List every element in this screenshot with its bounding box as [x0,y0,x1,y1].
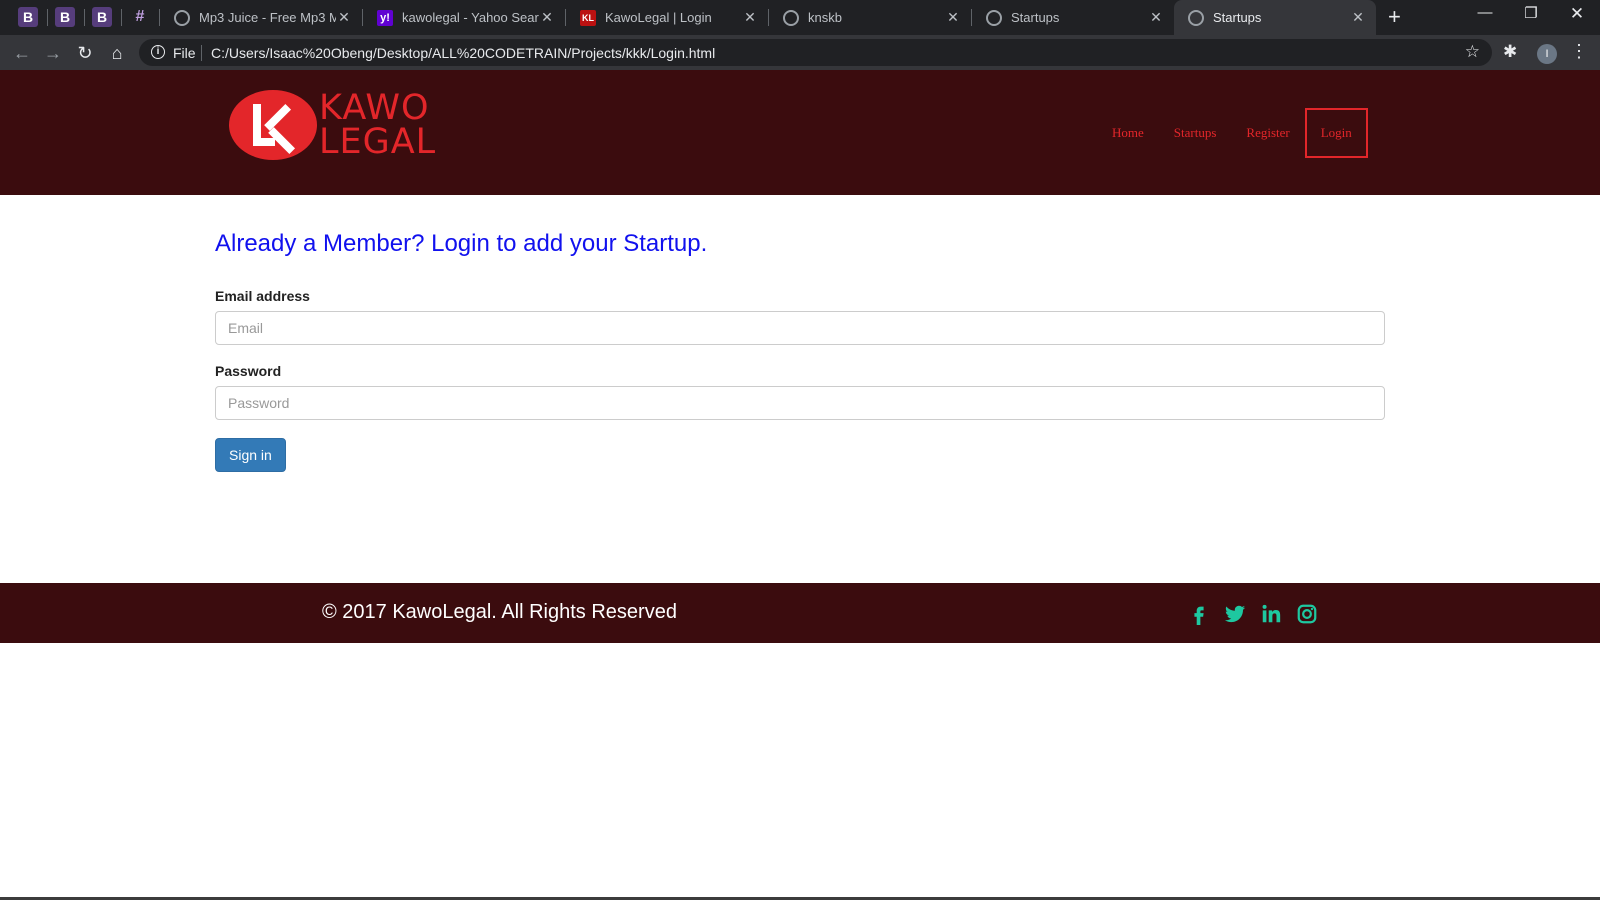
globe-icon [174,9,190,26]
copyright-text: © 2017 KawoLegal. All Rights Reserved [322,601,677,623]
email-field[interactable] [215,311,1385,345]
extensions-puzzle-icon[interactable]: ✱ [1503,42,1517,62]
address-bar[interactable]: i File C:/Users/Isaac%20Obeng/Desktop/AL… [139,39,1492,66]
pinned-tab-bootstrap[interactable]: B [92,7,112,27]
nav-register[interactable]: Register [1246,125,1289,141]
forward-icon[interactable]: → [41,41,65,65]
browser-toolbar: ← → ↻ ⌂ i File C:/Users/Isaac%20Obeng/De… [0,35,1600,70]
close-icon[interactable]: ✕ [539,9,555,26]
logo-line-2: LEGAL [319,122,437,162]
pinned-tab-slack[interactable]: # [130,7,150,27]
bootstrap-icon: B [59,9,71,25]
browser-tab[interactable]: knskb ✕ [769,0,971,35]
tab-title: kawolegal - Yahoo Search [402,10,539,25]
globe-icon [1188,9,1204,26]
browser-tab[interactable]: Startups ✕ [972,0,1174,35]
kebab-menu-icon[interactable]: ⋮ [1570,41,1588,62]
url-scheme: File [173,45,196,61]
pinned-tab-bootstrap[interactable]: B [55,7,75,27]
url-text[interactable]: C:/Users/Isaac%20Obeng/Desktop/ALL%20COD… [211,45,715,61]
email-label: Email address [215,288,310,304]
tab-title: Startups [1213,10,1262,25]
tab-title: Mp3 Juice - Free Mp3 Music [199,10,336,25]
close-icon[interactable]: ✕ [742,9,758,26]
logo-k-emblem-icon [229,90,317,160]
close-icon[interactable]: ✕ [945,9,961,26]
logo-wordmark: KAWO LEGAL [319,88,437,162]
minimize-icon[interactable]: — [1465,4,1505,21]
globe-icon [986,9,1002,26]
bootstrap-icon: B [22,9,34,25]
site-header: KAWO LEGAL Home Startups Register Login [0,70,1600,195]
window-close-icon[interactable]: ✕ [1557,4,1597,24]
browser-tab[interactable]: Mp3 Juice - Free Mp3 Music ✕ [160,0,362,35]
close-icon[interactable]: ✕ [1148,9,1164,26]
globe-icon [783,9,799,26]
sign-in-button[interactable]: Sign in [215,438,286,472]
new-tab-icon[interactable]: + [1388,4,1401,30]
twitter-icon[interactable] [1222,601,1248,627]
home-icon[interactable]: ⌂ [105,41,129,65]
tab-title: KawoLegal | Login [605,10,712,25]
browser-tab-active[interactable]: Startups ✕ [1174,0,1376,35]
page-title: Already a Member? Login to add your Star… [215,230,708,257]
facebook-icon[interactable] [1186,601,1212,627]
social-links [1186,601,1330,627]
nav-login[interactable]: Login [1304,107,1368,158]
reload-icon[interactable]: ↻ [73,41,97,65]
browser-tab-strip: B B B # Mp3 Juice - Free Mp3 Music ✕ y! … [0,0,1600,35]
tab-separator [121,9,122,26]
close-icon[interactable]: ✕ [1350,9,1366,26]
login-form: Already a Member? Login to add your Star… [215,230,1385,472]
bookmark-star-icon[interactable]: ☆ [1465,42,1480,62]
nav-startups[interactable]: Startups [1174,125,1217,141]
browser-tab[interactable]: KL KawoLegal | Login ✕ [566,0,768,35]
browser-tab[interactable]: y! kawolegal - Yahoo Search ✕ [363,0,565,35]
logo-line-1: KAWO [319,88,430,128]
tab-separator [84,9,85,26]
password-label: Password [215,363,282,379]
site-footer: © 2017 KawoLegal. All Rights Reserved [0,583,1600,643]
slack-icon: # [135,8,145,25]
restore-icon[interactable]: ❐ [1511,4,1551,22]
tab-title: Startups [1011,10,1060,25]
info-icon[interactable]: i [151,45,165,59]
pinned-tab-bootstrap[interactable]: B [18,7,38,27]
linkedin-icon[interactable] [1258,601,1284,627]
bootstrap-icon: B [96,9,108,25]
omnibox-separator [201,45,202,61]
back-icon[interactable]: ← [10,41,34,65]
kawolegal-logo[interactable]: KAWO LEGAL [229,90,436,160]
profile-avatar[interactable]: I [1537,44,1557,64]
password-field[interactable] [215,386,1385,420]
yahoo-icon: y! [377,9,393,26]
main-nav: Home Startups Register Login [1082,70,1368,195]
tab-title: knskb [808,10,842,25]
close-icon[interactable]: ✕ [336,9,352,26]
nav-home[interactable]: Home [1112,125,1144,141]
tab-separator [47,9,48,26]
kawolegal-icon: KL [580,9,596,26]
instagram-icon[interactable] [1294,601,1320,627]
